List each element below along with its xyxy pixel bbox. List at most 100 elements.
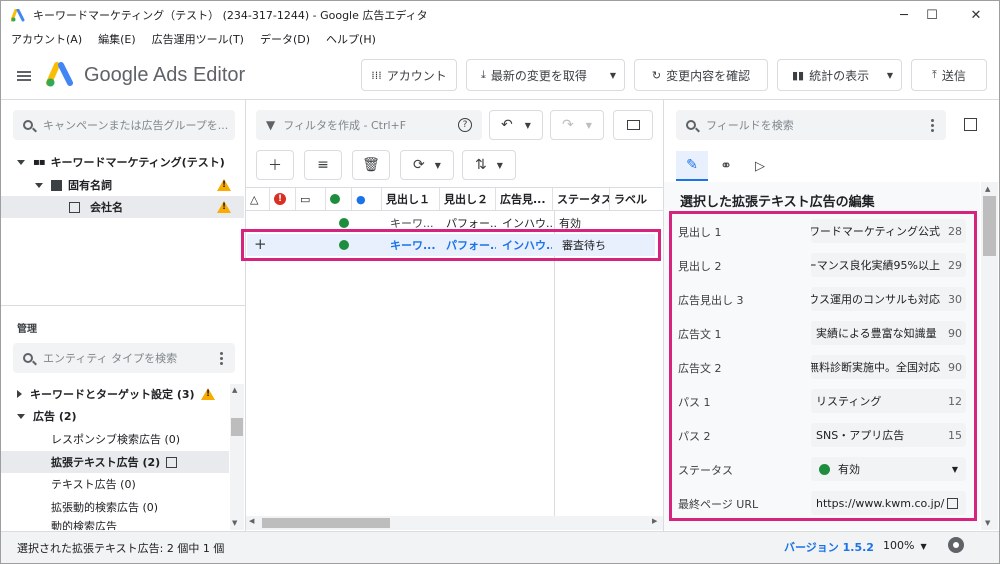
campaign-search-input[interactable]: キャンペーンまたは広告グループを... xyxy=(13,110,235,140)
menu-data[interactable]: データ(D) xyxy=(260,31,310,47)
menu-account[interactable]: アカウント(A) xyxy=(11,31,82,47)
pencil-icon: ✎ xyxy=(686,157,698,173)
chevron-down-icon[interactable]: ▼ xyxy=(887,71,893,80)
grid-icon: ⁞⁞⁞ xyxy=(371,68,382,82)
col-headline2[interactable]: 見出し２ xyxy=(440,188,496,210)
add-multiple-button[interactable]: ≡ xyxy=(304,150,342,180)
open-in-new-icon[interactable] xyxy=(964,118,977,131)
add-icon: ＋ xyxy=(268,158,282,174)
playlist-add-icon: ≡ xyxy=(317,157,329,173)
entity-ads[interactable]: 広告 (2) xyxy=(1,405,229,427)
tab-edit[interactable]: ✎ xyxy=(676,151,708,181)
scroll-down-icon[interactable]: ▼ xyxy=(232,519,237,527)
chevron-down-icon[interactable]: ▼ xyxy=(610,71,616,80)
tab-links[interactable]: ⚭ xyxy=(710,151,742,181)
google-ads-brand-icon xyxy=(46,62,76,91)
search-icon xyxy=(23,353,33,363)
columns-icon xyxy=(626,120,640,130)
col-tip-icon[interactable]: ● xyxy=(352,188,382,210)
hamburger-menu-icon[interactable] xyxy=(17,71,31,81)
app-brand-title: Google Ads Editor xyxy=(84,64,246,86)
chevron-right-icon[interactable] xyxy=(17,390,22,398)
chevron-down-icon[interactable]: ▼ xyxy=(497,161,503,170)
title-bar: キーワードマーケティング（テスト） (234-317-1244) - Googl… xyxy=(1,1,999,29)
col-warning-icon[interactable]: △ xyxy=(246,188,270,210)
entity-responsive-search-ads[interactable]: レスポンシブ検索広告 (0) xyxy=(1,428,229,450)
link-icon: ⚭ xyxy=(720,158,732,174)
chevron-down-icon[interactable]: ▼ xyxy=(525,121,531,130)
fields-highlight-box xyxy=(669,211,977,521)
stats-button[interactable]: ▮▮ 統計の表示 ▼ xyxy=(777,59,902,91)
warning-icon xyxy=(217,179,231,191)
entity-dynamic-ads[interactable]: 動的検索広告 xyxy=(1,518,229,530)
filter-icon: ▼ xyxy=(266,118,276,132)
entity-expanded-text-ads[interactable]: 拡張テキスト広告 (2) xyxy=(1,451,229,473)
entity-text-ads[interactable]: テキスト広告 (0) xyxy=(1,473,229,495)
replace-button[interactable]: ⟳ ▼ xyxy=(400,150,454,180)
delete-button[interactable]: 🗑 xyxy=(352,150,390,180)
scroll-up-icon[interactable]: ▲ xyxy=(985,185,990,193)
more-vert-icon[interactable] xyxy=(931,118,934,132)
undo-button[interactable]: ↶ ▼ xyxy=(489,110,543,140)
header-divider xyxy=(1,99,999,100)
add-button[interactable]: ＋ xyxy=(256,150,294,180)
chevron-down-icon[interactable] xyxy=(17,413,25,419)
menu-bar: アカウント(A) 編集(E) 広告運用ツール(T) データ(D) ヘルプ(H) xyxy=(1,29,999,49)
col-status-dot-icon[interactable] xyxy=(326,188,352,210)
field-search-input[interactable]: フィールドを検索 xyxy=(676,110,946,140)
col-status[interactable]: ステータス xyxy=(553,188,610,210)
scroll-right-icon[interactable]: ▶ xyxy=(652,517,657,525)
tab-labels[interactable]: ▷ xyxy=(744,151,776,181)
menu-tools[interactable]: 広告運用ツール(T) xyxy=(152,31,244,47)
open-in-new-icon[interactable] xyxy=(166,456,178,468)
grid-hscrollbar-thumb[interactable] xyxy=(262,518,390,528)
version-link[interactable]: バージョン 1.5.2 xyxy=(784,539,874,555)
get-changes-button[interactable]: ⤓ 最新の変更を取得 ▼ xyxy=(466,59,625,91)
entity-search-input[interactable]: エンティティ タイプを検索 xyxy=(13,343,235,373)
close-button[interactable]: ✕ xyxy=(953,1,999,29)
review-changes-button[interactable]: ↻ 変更内容を確認 xyxy=(634,59,768,91)
left-divider xyxy=(1,305,245,306)
tree-item-adgroup[interactable]: 会社名 xyxy=(1,196,244,218)
scroll-up-icon[interactable]: ▲ xyxy=(232,386,237,394)
col-headline3[interactable]: 広告見... xyxy=(496,188,553,210)
scroll-down-icon[interactable]: ▼ xyxy=(985,519,990,527)
columns-button[interactable] xyxy=(613,110,653,140)
sort-button[interactable]: ⇅ ▼ xyxy=(462,150,516,180)
label-icon: ▷ xyxy=(755,158,765,174)
help-icon[interactable]: ? xyxy=(458,118,472,132)
zoom-select[interactable]: 100% ▼ xyxy=(883,539,927,552)
chevron-down-icon[interactable]: ▼ xyxy=(920,542,926,551)
col-error-icon[interactable]: ! xyxy=(270,188,296,210)
col-label[interactable]: ラベル xyxy=(610,188,663,210)
col-headline1[interactable]: 見出し１ xyxy=(382,188,440,210)
refresh-icon: ↻ xyxy=(651,68,662,82)
redo-button[interactable]: ↷ ▼ xyxy=(550,110,604,140)
entity-keywords[interactable]: キーワードとターゲット設定 (3) xyxy=(1,383,229,405)
search-icon xyxy=(686,120,696,130)
find-replace-icon: ⟳ xyxy=(413,157,425,173)
google-ads-logo-icon xyxy=(10,8,25,22)
left-scrollbar[interactable] xyxy=(230,384,244,530)
tree-item-campaign[interactable]: 固有名詞 xyxy=(1,174,244,196)
chevron-down-icon[interactable] xyxy=(17,159,25,165)
selection-status: 選択された拡張テキスト広告: 2 個中 1 個 xyxy=(17,542,225,555)
right-scrollbar-thumb[interactable] xyxy=(983,196,996,256)
left-scrollbar-thumb[interactable] xyxy=(231,418,243,436)
tree-item-account[interactable]: ▪▪ キーワードマーケティング(テスト) xyxy=(1,151,244,173)
chevron-down-icon[interactable]: ▼ xyxy=(586,121,592,130)
chevron-down-icon[interactable] xyxy=(35,182,43,188)
account-button[interactable]: ⁞⁞⁞ アカウント xyxy=(361,59,457,91)
filter-input[interactable]: ▼ フィルタを作成 - Ctrl+F ? xyxy=(256,110,482,140)
entity-expanded-dynamic-ads[interactable]: 拡張動的検索広告 (0) xyxy=(1,496,229,518)
more-vert-icon[interactable] xyxy=(220,351,223,365)
col-comment-icon[interactable]: ▭ xyxy=(296,188,326,210)
menu-help[interactable]: ヘルプ(H) xyxy=(326,31,376,47)
scroll-left-icon[interactable]: ◀ xyxy=(249,517,254,525)
menu-edit[interactable]: 編集(E) xyxy=(98,31,136,47)
send-button[interactable]: ⤒ 送信 xyxy=(911,59,987,91)
chevron-down-icon[interactable]: ▼ xyxy=(435,161,441,170)
warning-icon xyxy=(217,201,231,213)
download-icon: ⤓ xyxy=(481,68,486,81)
maximize-button[interactable]: ☐ xyxy=(909,1,955,29)
